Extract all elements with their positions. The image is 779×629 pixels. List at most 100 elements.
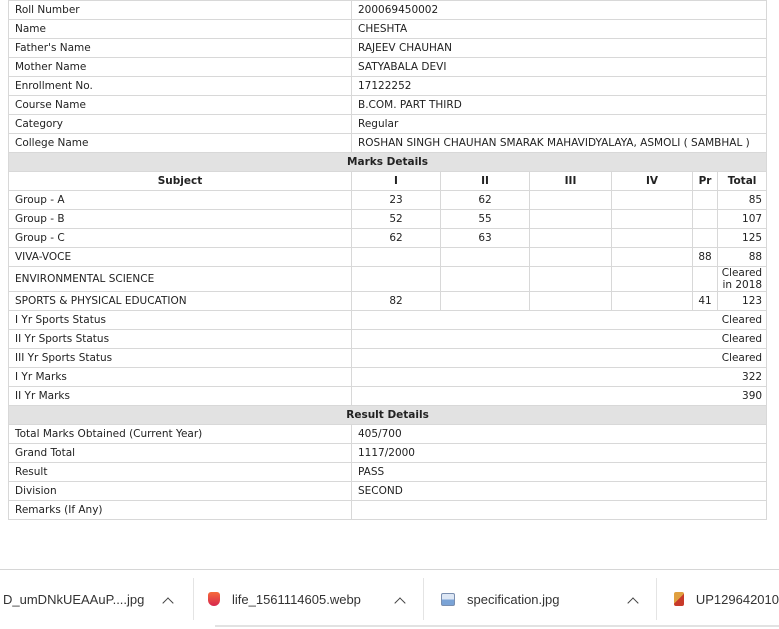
info-row: Course Name B.COM. PART THIRD — [8, 95, 768, 115]
info-value: B.COM. PART THIRD — [350, 95, 768, 115]
marks-total-cell: 85 — [716, 190, 768, 210]
info-label: Course Name — [8, 95, 352, 115]
marks-iv-cell — [611, 266, 693, 292]
info-value: RAJEEV CHAUHAN — [350, 38, 768, 58]
download-item[interactable]: specification.jpg — [441, 570, 656, 628]
marks-total-cell: 107 — [716, 209, 768, 229]
col-header-ii: II — [440, 171, 530, 191]
marks-ii-cell: 55 — [440, 209, 530, 229]
result-value: 405/700 — [350, 424, 768, 444]
download-item[interactable]: UP129642010 — [674, 570, 779, 628]
marks-iii-cell — [529, 247, 612, 267]
subject-cell: ENVIRONMENTAL SCIENCE — [8, 266, 352, 292]
webp-file-icon — [208, 592, 220, 606]
status-label: I Yr Sports Status — [8, 310, 352, 330]
info-label: Name — [8, 19, 352, 39]
divider — [193, 578, 194, 620]
marks-row: Group - B 52 55 107 — [8, 209, 768, 229]
info-label: Category — [8, 114, 352, 134]
result-row: Division SECOND — [8, 481, 768, 501]
info-label: College Name — [8, 133, 352, 153]
status-label: I Yr Marks — [8, 367, 352, 387]
marks-iv-cell — [611, 291, 693, 311]
subject-cell: Group - C — [8, 228, 352, 248]
marks-iii-cell — [529, 266, 612, 292]
result-row: Total Marks Obtained (Current Year) 405/… — [8, 424, 768, 444]
info-label: Mother Name — [8, 57, 352, 77]
marks-i-cell: 52 — [351, 209, 441, 229]
marks-total-cell: 88 — [716, 247, 768, 267]
chevron-up-icon[interactable] — [627, 597, 639, 609]
marks-iv-cell — [611, 190, 693, 210]
image-file-icon — [674, 592, 684, 606]
info-label: Father's Name — [8, 38, 352, 58]
marks-iii-cell — [529, 209, 612, 229]
result-value: PASS — [350, 462, 768, 482]
marks-i-cell: 23 — [351, 190, 441, 210]
col-header-iv: IV — [611, 171, 693, 191]
col-header-iii: III — [529, 171, 612, 191]
chevron-up-icon[interactable] — [394, 597, 406, 609]
marks-row: Group - C 62 63 125 — [8, 228, 768, 248]
marks-iii-cell — [529, 291, 612, 311]
marks-total-cell: 125 — [716, 228, 768, 248]
marks-pr-cell — [692, 228, 718, 248]
download-filename: life_1561114605.webp — [232, 591, 361, 607]
info-value: CHESHTA — [350, 19, 768, 39]
marks-ii-cell — [440, 291, 530, 311]
info-row: Enrollment No. 17122252 — [8, 76, 768, 96]
marks-iii-cell — [529, 190, 612, 210]
marks-i-cell: 82 — [351, 291, 441, 311]
info-value: Regular — [350, 114, 768, 134]
download-item[interactable]: life_1561114605.webp — [208, 570, 423, 628]
col-header-total: Total — [716, 171, 768, 191]
result-label: Total Marks Obtained (Current Year) — [8, 424, 352, 444]
info-value: 200069450002 — [350, 0, 768, 20]
info-value: ROSHAN SINGH CHAUHAN SMARAK MAHAVIDYALAY… — [350, 133, 768, 153]
marks-ii-cell: 62 — [440, 190, 530, 210]
result-row: Grand Total 1117/2000 — [8, 443, 768, 463]
marks-row: Group - A 23 62 85 — [8, 190, 768, 210]
marks-iii-cell — [529, 228, 612, 248]
chevron-up-icon[interactable] — [162, 597, 174, 609]
marks-total-cell: 123 — [716, 291, 768, 311]
image-icon — [441, 592, 455, 606]
result-value: 1117/2000 — [350, 443, 768, 463]
status-label: III Yr Sports Status — [8, 348, 352, 368]
result-label: Remarks (If Any) — [8, 500, 352, 520]
marks-ii-cell — [440, 266, 530, 292]
result-label: Grand Total — [8, 443, 352, 463]
marks-iv-cell — [611, 247, 693, 267]
marks-pr-cell — [692, 190, 718, 210]
download-item[interactable]: D_umDNkUEAAuP....jpg — [3, 570, 193, 628]
marks-i-cell — [351, 266, 441, 292]
status-value: 322 — [350, 367, 768, 387]
subject-cell: SPORTS & PHYSICAL EDUCATION — [8, 291, 352, 311]
status-value: Cleared — [350, 310, 768, 330]
marks-i-cell: 62 — [351, 228, 441, 248]
marks-row: SPORTS & PHYSICAL EDUCATION 82 41 123 — [8, 291, 768, 311]
result-details-heading: Result Details — [7, 405, 768, 425]
result-label: Result — [8, 462, 352, 482]
divider — [423, 578, 424, 620]
info-label: Enrollment No. — [8, 76, 352, 96]
info-row: Category Regular — [8, 114, 768, 134]
info-row: Roll Number 200069450002 — [8, 0, 768, 20]
info-row: Father's Name RAJEEV CHAUHAN — [8, 38, 768, 58]
col-header-i: I — [351, 171, 441, 191]
info-row: Name CHESHTA — [8, 19, 768, 39]
download-filename: specification.jpg — [467, 591, 560, 607]
subject-cell: VIVA-VOCE — [8, 247, 352, 267]
info-row: College Name ROSHAN SINGH CHAUHAN SMARAK… — [8, 133, 768, 153]
info-value: SATYABALA DEVI — [350, 57, 768, 77]
subject-cell: Group - A — [8, 190, 352, 210]
marks-header-row: Subject I II III IV Pr Total — [8, 171, 768, 191]
marks-i-cell — [351, 247, 441, 267]
result-label: Division — [8, 481, 352, 501]
status-value: 390 — [350, 386, 768, 406]
status-row: I Yr Sports Status Cleared — [8, 310, 768, 330]
status-label: II Yr Marks — [8, 386, 352, 406]
marksheet: Roll Number 200069450002 Name CHESHTA Fa… — [7, 0, 768, 560]
marks-pr-cell — [692, 266, 718, 292]
info-label: Roll Number — [8, 0, 352, 20]
